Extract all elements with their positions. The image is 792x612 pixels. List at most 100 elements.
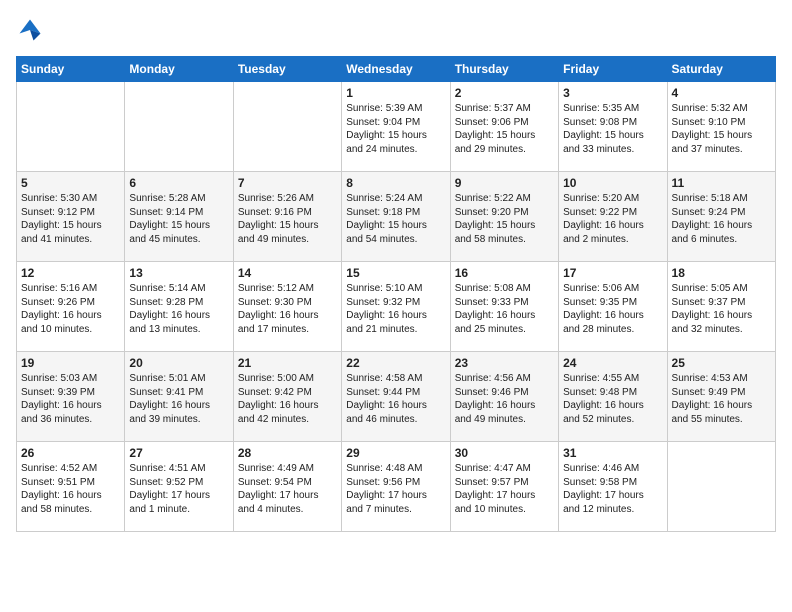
calendar-week-row: 5Sunrise: 5:30 AM Sunset: 9:12 PM Daylig… xyxy=(17,172,776,262)
day-info: Sunrise: 5:01 AM Sunset: 9:41 PM Dayligh… xyxy=(129,372,228,426)
logo-icon xyxy=(16,16,44,44)
calendar-cell: 2 Sunrise: 5:37 AM Sunset: 9:06 PM Daylig… xyxy=(450,82,558,172)
day-number: 1 xyxy=(346,86,445,100)
day-number: 2 xyxy=(455,86,554,100)
weekday-header-tuesday: Tuesday xyxy=(233,57,341,82)
day-info: Sunrise: 5:35 AM Sunset: 9:08 PM Dayligh… xyxy=(563,102,662,156)
day-info: Sunrise: 5:22 AM Sunset: 9:20 PM Dayligh… xyxy=(455,192,554,246)
calendar-cell: 15 Sunrise: 5:10 AM Sunset: 9:32 PM Dayli… xyxy=(342,262,450,352)
day-info: Sunrise: 4:47 AM Sunset: 9:57 PM Dayligh… xyxy=(455,462,554,516)
day-number: 20 xyxy=(129,356,228,370)
calendar-cell: 9 Sunrise: 5:22 AM Sunset: 9:20 PM Daylig… xyxy=(450,172,558,262)
calendar-cell: 8 Sunrise: 5:24 AM Sunset: 9:18 PM Daylig… xyxy=(342,172,450,262)
day-number: 8 xyxy=(346,176,445,190)
day-info: Sunrise: 5:06 AM Sunset: 9:35 PM Dayligh… xyxy=(563,282,662,336)
day-info: Sunrise: 4:53 AM Sunset: 9:49 PM Dayligh… xyxy=(672,372,771,426)
day-info: Sunrise: 5:37 AM Sunset: 9:06 PM Dayligh… xyxy=(455,102,554,156)
day-number: 10 xyxy=(563,176,662,190)
day-info: Sunrise: 5:14 AM Sunset: 9:28 PM Dayligh… xyxy=(129,282,228,336)
calendar-cell: 11 Sunrise: 5:18 AM Sunset: 9:24 PM Dayli… xyxy=(667,172,775,262)
day-number: 30 xyxy=(455,446,554,460)
calendar-cell: 19Sunrise: 5:03 AM Sunset: 9:39 PM Dayli… xyxy=(17,352,125,442)
calendar-cell: 16 Sunrise: 5:08 AM Sunset: 9:33 PM Dayli… xyxy=(450,262,558,352)
day-info: Sunrise: 4:51 AM Sunset: 9:52 PM Dayligh… xyxy=(129,462,228,516)
day-info: Sunrise: 4:46 AM Sunset: 9:58 PM Dayligh… xyxy=(563,462,662,516)
calendar-cell: 26Sunrise: 4:52 AM Sunset: 9:51 PM Dayli… xyxy=(17,442,125,532)
day-number: 16 xyxy=(455,266,554,280)
day-info: Sunrise: 5:39 AM Sunset: 9:04 PM Dayligh… xyxy=(346,102,445,156)
day-number: 22 xyxy=(346,356,445,370)
day-info: Sunrise: 4:49 AM Sunset: 9:54 PM Dayligh… xyxy=(238,462,337,516)
day-info: Sunrise: 5:20 AM Sunset: 9:22 PM Dayligh… xyxy=(563,192,662,246)
day-info: Sunrise: 4:55 AM Sunset: 9:48 PM Dayligh… xyxy=(563,372,662,426)
calendar-cell: 22 Sunrise: 4:58 AM Sunset: 9:44 PM Dayli… xyxy=(342,352,450,442)
day-info: Sunrise: 5:10 AM Sunset: 9:32 PM Dayligh… xyxy=(346,282,445,336)
calendar-cell: 30 Sunrise: 4:47 AM Sunset: 9:57 PM Dayli… xyxy=(450,442,558,532)
weekday-header-friday: Friday xyxy=(559,57,667,82)
calendar-week-row: 1 Sunrise: 5:39 AM Sunset: 9:04 PM Daylig… xyxy=(17,82,776,172)
calendar-cell: 14 Sunrise: 5:12 AM Sunset: 9:30 PM Dayli… xyxy=(233,262,341,352)
calendar-cell: 25 Sunrise: 4:53 AM Sunset: 9:49 PM Dayli… xyxy=(667,352,775,442)
calendar-cell xyxy=(667,442,775,532)
calendar-cell: 4 Sunrise: 5:32 AM Sunset: 9:10 PM Daylig… xyxy=(667,82,775,172)
weekday-header-wednesday: Wednesday xyxy=(342,57,450,82)
day-number: 3 xyxy=(563,86,662,100)
calendar-cell: 21Sunrise: 5:00 AM Sunset: 9:42 PM Dayli… xyxy=(233,352,341,442)
day-info: Sunrise: 5:08 AM Sunset: 9:33 PM Dayligh… xyxy=(455,282,554,336)
day-number: 24 xyxy=(563,356,662,370)
day-number: 19 xyxy=(21,356,120,370)
day-number: 11 xyxy=(672,176,771,190)
calendar-cell xyxy=(17,82,125,172)
calendar-cell: 28 Sunrise: 4:49 AM Sunset: 9:54 PM Dayli… xyxy=(233,442,341,532)
calendar-cell: 24 Sunrise: 4:55 AM Sunset: 9:48 PM Dayli… xyxy=(559,352,667,442)
day-info: Sunrise: 4:58 AM Sunset: 9:44 PM Dayligh… xyxy=(346,372,445,426)
day-info: Sunrise: 5:24 AM Sunset: 9:18 PM Dayligh… xyxy=(346,192,445,246)
weekday-header-thursday: Thursday xyxy=(450,57,558,82)
day-number: 31 xyxy=(563,446,662,460)
weekday-header-monday: Monday xyxy=(125,57,233,82)
calendar-cell: 17Sunrise: 5:06 AM Sunset: 9:35 PM Dayli… xyxy=(559,262,667,352)
day-number: 14 xyxy=(238,266,337,280)
weekday-header-saturday: Saturday xyxy=(667,57,775,82)
day-info: Sunrise: 5:28 AM Sunset: 9:14 PM Dayligh… xyxy=(129,192,228,246)
day-number: 9 xyxy=(455,176,554,190)
day-info: Sunrise: 5:32 AM Sunset: 9:10 PM Dayligh… xyxy=(672,102,771,156)
day-number: 4 xyxy=(672,86,771,100)
calendar-cell: 27 Sunrise: 4:51 AM Sunset: 9:52 PM Dayli… xyxy=(125,442,233,532)
day-number: 6 xyxy=(129,176,228,190)
calendar-cell: 18Sunrise: 5:05 AM Sunset: 9:37 PM Dayli… xyxy=(667,262,775,352)
day-info: Sunrise: 5:05 AM Sunset: 9:37 PM Dayligh… xyxy=(672,282,771,336)
calendar-cell: 12 Sunrise: 5:16 AM Sunset: 9:26 PM Dayli… xyxy=(17,262,125,352)
calendar-cell: 7 Sunrise: 5:26 AM Sunset: 9:16 PM Daylig… xyxy=(233,172,341,262)
day-info: Sunrise: 5:16 AM Sunset: 9:26 PM Dayligh… xyxy=(21,282,120,336)
calendar-table: SundayMondayTuesdayWednesdayThursdayFrid… xyxy=(16,56,776,532)
day-number: 21 xyxy=(238,356,337,370)
day-number: 7 xyxy=(238,176,337,190)
calendar-week-row: 12 Sunrise: 5:16 AM Sunset: 9:26 PM Dayli… xyxy=(17,262,776,352)
calendar-cell: 13Sunrise: 5:14 AM Sunset: 9:28 PM Dayli… xyxy=(125,262,233,352)
calendar-cell: 10 Sunrise: 5:20 AM Sunset: 9:22 PM Dayli… xyxy=(559,172,667,262)
day-info: Sunrise: 4:52 AM Sunset: 9:51 PM Dayligh… xyxy=(21,462,120,516)
day-number: 28 xyxy=(238,446,337,460)
calendar-cell: 20 Sunrise: 5:01 AM Sunset: 9:41 PM Dayli… xyxy=(125,352,233,442)
day-number: 25 xyxy=(672,356,771,370)
calendar-header-row: SundayMondayTuesdayWednesdayThursdayFrid… xyxy=(17,57,776,82)
calendar-week-row: 19Sunrise: 5:03 AM Sunset: 9:39 PM Dayli… xyxy=(17,352,776,442)
day-number: 23 xyxy=(455,356,554,370)
calendar-cell xyxy=(233,82,341,172)
day-info: Sunrise: 5:12 AM Sunset: 9:30 PM Dayligh… xyxy=(238,282,337,336)
day-number: 12 xyxy=(21,266,120,280)
weekday-header-sunday: Sunday xyxy=(17,57,125,82)
day-info: Sunrise: 5:26 AM Sunset: 9:16 PM Dayligh… xyxy=(238,192,337,246)
page-header xyxy=(16,16,776,44)
day-info: Sunrise: 5:18 AM Sunset: 9:24 PM Dayligh… xyxy=(672,192,771,246)
calendar-cell: 29Sunrise: 4:48 AM Sunset: 9:56 PM Dayli… xyxy=(342,442,450,532)
day-number: 27 xyxy=(129,446,228,460)
day-info: Sunrise: 4:56 AM Sunset: 9:46 PM Dayligh… xyxy=(455,372,554,426)
calendar-cell: 3 Sunrise: 5:35 AM Sunset: 9:08 PM Daylig… xyxy=(559,82,667,172)
calendar-cell: 5Sunrise: 5:30 AM Sunset: 9:12 PM Daylig… xyxy=(17,172,125,262)
day-number: 15 xyxy=(346,266,445,280)
day-info: Sunrise: 5:30 AM Sunset: 9:12 PM Dayligh… xyxy=(21,192,120,246)
logo xyxy=(16,16,48,44)
calendar-cell xyxy=(125,82,233,172)
